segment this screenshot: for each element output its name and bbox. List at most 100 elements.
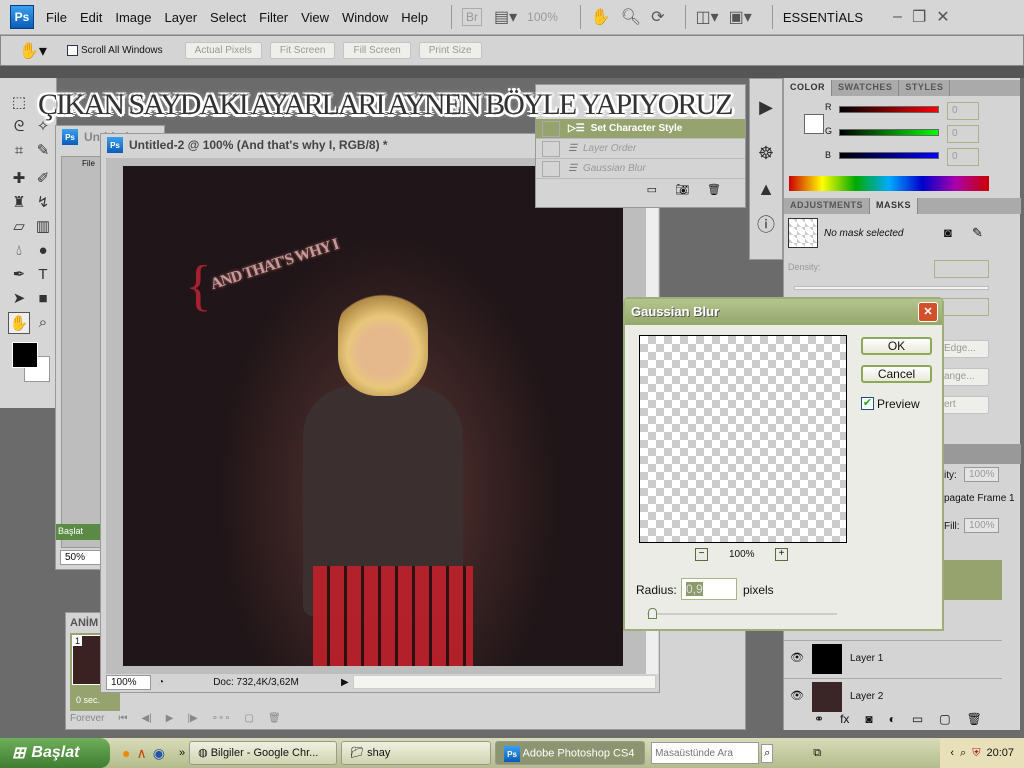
shape-tool-icon[interactable]: ■ <box>32 288 54 310</box>
preview-checkbox[interactable]: ✔ <box>861 397 874 410</box>
workspace-switcher[interactable]: ESSENTİALS <box>783 10 863 25</box>
blue-value[interactable]: 0 <box>947 148 979 166</box>
type-tool-icon[interactable]: T <box>32 264 54 286</box>
adjustment-layer-icon[interactable]: ◐ <box>889 712 896 726</box>
prev-frame-icon[interactable]: ◀| <box>141 713 151 724</box>
menu-layer[interactable]: Layer <box>165 10 198 25</box>
taskbar-photoshop[interactable]: Ps Adobe Photoshop CS4 <box>495 741 646 765</box>
navigator-icon[interactable]: ☸ <box>750 135 782 171</box>
ok-button[interactable]: OK <box>861 337 932 355</box>
canvas[interactable]: { AND THAT'S WHY I <box>123 166 623 666</box>
hand-tool-icon[interactable]: ✋ <box>591 7 611 27</box>
scroll-all-checkbox[interactable] <box>66 45 78 56</box>
play-icon[interactable]: ▶ <box>166 713 174 724</box>
red-slider[interactable] <box>839 106 939 113</box>
red-value[interactable]: 0 <box>947 102 979 120</box>
add-vector-mask-icon[interactable]: ✎ <box>972 225 983 241</box>
background-color-box[interactable] <box>804 114 824 134</box>
document-zoom-field[interactable]: 100% <box>106 674 151 690</box>
view-extras-icon[interactable]: ▤▾ <box>494 7 517 27</box>
quicklaunch-icon[interactable]: ● <box>122 745 130 761</box>
dodge-tool-icon[interactable]: ● <box>32 240 54 262</box>
history-item[interactable]: ☰ Layer Order <box>536 139 745 159</box>
more-icon[interactable]: » <box>179 747 185 759</box>
history-item[interactable]: ▷☰ Set Character Style <box>536 119 745 139</box>
tab-masks[interactable]: MASKS <box>870 198 919 214</box>
color-spectrum[interactable] <box>789 176 989 191</box>
layer-style-icon[interactable]: fx <box>840 712 849 726</box>
actions-icon[interactable]: ▶ <box>750 89 782 125</box>
blur-tool-icon[interactable]: 💧︎ <box>8 240 30 262</box>
hand-tool-preset-icon[interactable]: ✋▾ <box>19 41 47 61</box>
blur-preview[interactable] <box>639 335 847 543</box>
add-pixel-mask-icon[interactable]: ◙ <box>944 225 952 240</box>
eraser-icon[interactable]: ▱ <box>8 216 30 238</box>
eyedropper-icon[interactable]: ✎ <box>32 140 54 162</box>
gradient-tool-icon[interactable]: ▥ <box>32 216 54 238</box>
new-group-icon[interactable]: ▭ <box>912 712 923 726</box>
desktop-search-input[interactable] <box>651 742 760 764</box>
clock[interactable]: 20:07 <box>986 747 1014 759</box>
rotate-view-icon[interactable]: ⟳ <box>651 7 664 27</box>
arrange-documents-icon[interactable]: ◫▾ <box>696 7 719 27</box>
horizontal-scrollbar[interactable] <box>352 675 656 689</box>
crop-tool-icon[interactable]: ⌗ <box>8 140 30 162</box>
actual-pixels-button[interactable]: Actual Pixels <box>184 42 262 59</box>
fill-field[interactable]: 100% <box>964 518 999 533</box>
fill-screen-button[interactable]: Fill Screen <box>343 42 411 59</box>
zoom-in-button[interactable]: + <box>775 548 788 561</box>
delete-state-icon[interactable]: 🗑︎ <box>707 183 721 196</box>
healing-brush-icon[interactable]: ✚ <box>8 168 30 190</box>
first-frame-icon[interactable]: ⏮ <box>118 713 127 724</box>
menu-edit[interactable]: Edit <box>80 10 102 25</box>
delete-frame-icon[interactable]: 🗑︎ <box>268 713 281 724</box>
frame-delay[interactable]: 0 sec. <box>76 695 100 705</box>
eye-icon[interactable]: 👁︎ <box>790 689 804 702</box>
zoom-tool-icon[interactable]: 🔍︎ <box>621 7 641 27</box>
tab-adjustments[interactable]: ADJUSTMENTS <box>784 198 871 214</box>
menu-view[interactable]: View <box>301 10 329 25</box>
menu-image[interactable]: Image <box>115 10 151 25</box>
add-mask-icon[interactable]: ◙ <box>865 712 872 726</box>
layer-row[interactable]: 👁︎ Layer 1 <box>784 640 1002 678</box>
history-item[interactable]: ☰ Gaussian Blur <box>536 159 745 179</box>
close-icon[interactable]: ✕ <box>936 7 949 27</box>
brush-tool-icon[interactable]: ✐ <box>32 168 54 190</box>
minimize-icon[interactable]: – <box>893 8 902 26</box>
hand-tool-icon[interactable]: ✋ <box>8 312 30 334</box>
info-icon[interactable]: ⓘ <box>750 207 782 243</box>
bridge-button[interactable]: Br <box>462 8 483 26</box>
zoom-tool-icon[interactable]: ⌕ <box>32 312 54 334</box>
histogram-icon[interactable]: ▲ <box>750 171 782 207</box>
media-player-icon[interactable]: ◉ <box>153 745 165 762</box>
status-menu-icon[interactable]: ◔ <box>151 677 171 688</box>
taskbar-chrome[interactable]: ◍ Bilgiler - Google Chr... <box>189 741 338 765</box>
menu-help[interactable]: Help <box>401 10 428 25</box>
history-brush-icon[interactable]: ↯ <box>32 192 54 214</box>
duplicate-frame-icon[interactable]: ▢ <box>245 713 254 724</box>
new-layer-icon[interactable]: ▢ <box>939 712 950 726</box>
green-value[interactable]: 0 <box>947 125 979 143</box>
language-bar-icon[interactable]: ⧉ <box>813 747 821 760</box>
density-slider[interactable] <box>794 286 989 290</box>
eye-icon[interactable]: 👁︎ <box>790 651 804 664</box>
cancel-button[interactable]: Cancel <box>861 365 932 383</box>
antivirus-icon[interactable]: ⛨ <box>972 747 980 760</box>
foreground-color-swatch[interactable] <box>12 342 38 368</box>
menu-filter[interactable]: Filter <box>259 10 288 25</box>
dialog-title[interactable]: Gaussian Blur <box>625 299 942 325</box>
network-icon[interactable]: ⌕ <box>960 747 966 760</box>
radius-slider-thumb[interactable] <box>648 608 657 619</box>
tween-icon[interactable]: ∘∘∘ <box>212 713 231 724</box>
menu-select[interactable]: Select <box>210 10 246 25</box>
search-icon[interactable]: ⌕ <box>761 743 774 763</box>
start-button[interactable]: ⊞ Başlat <box>0 738 110 768</box>
radius-input[interactable]: 0,9 <box>681 578 737 600</box>
opacity-field[interactable]: 100% <box>964 467 999 482</box>
tray-expand-icon[interactable]: ‹ <box>950 747 954 759</box>
tab-color[interactable]: COLOR <box>784 80 832 96</box>
propagate-frame-label[interactable]: pagate Frame 1 <box>944 493 1015 504</box>
next-frame-icon[interactable]: |▶ <box>187 713 197 724</box>
delete-layer-icon[interactable]: 🗑︎ <box>967 712 982 726</box>
snapshot-icon[interactable]: 📷︎ <box>675 183 689 196</box>
